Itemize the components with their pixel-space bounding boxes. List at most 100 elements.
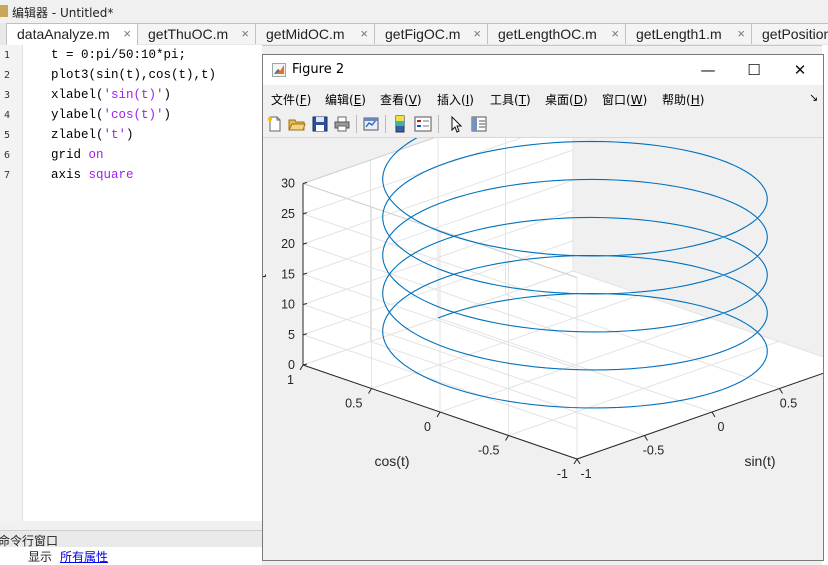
z-tick-label: 10: [281, 298, 295, 312]
y-axis-label: cos(t): [375, 453, 410, 469]
all-properties-link[interactable]: 所有属性: [60, 548, 108, 565]
z-tick-label: 5: [288, 328, 295, 342]
menu-insert[interactable]: 插入(I): [437, 91, 474, 108]
tab-getposition[interactable]: getPosition: [751, 23, 828, 44]
close-tab-icon[interactable]: ×: [360, 26, 368, 41]
code-text: plot3(sin(t),cos(t),t): [51, 68, 217, 82]
minimize-button[interactable]: —: [685, 55, 731, 85]
code-line[interactable]: plot3(sin(t),cos(t),t): [51, 68, 216, 82]
code-text: axis: [51, 168, 89, 182]
menu-tools[interactable]: 工具(T): [490, 91, 531, 108]
close-tab-icon[interactable]: ×: [241, 26, 249, 41]
code-text: xlabel(: [51, 88, 104, 102]
command-window-header: 命令行窗口: [0, 530, 262, 548]
code-line[interactable]: t = 0:pi/50:10*pi;: [51, 48, 186, 62]
x-axis-label: sin(t): [744, 453, 775, 469]
open-folder-icon[interactable]: [288, 115, 306, 133]
code-text: zlabel(: [51, 128, 104, 142]
print-icon[interactable]: [333, 115, 351, 133]
code-text: ): [163, 108, 172, 122]
menu-desktop[interactable]: 桌面(D): [545, 91, 588, 108]
insert-legend-icon[interactable]: [414, 115, 432, 133]
code-line[interactable]: grid on: [51, 148, 104, 162]
code-string: 'cos(t)': [103, 108, 164, 122]
new-figure-icon[interactable]: [266, 115, 284, 133]
tab-label: getPosition: [762, 26, 828, 42]
x-tick: [779, 388, 783, 394]
insert-colorbar-icon[interactable]: [391, 115, 409, 133]
close-tab-icon[interactable]: ×: [473, 26, 481, 41]
code-line[interactable]: ylabel('cos(t)'): [51, 108, 171, 122]
tab-getlength1[interactable]: getLength1.m ×: [625, 23, 752, 44]
helix-3d-plot[interactable]: -1-0.500.51-1-0.500.51051015202530sin(t)…: [263, 138, 823, 560]
editor-title-bar: 编辑器 - Untitled*: [0, 0, 828, 23]
menu-window[interactable]: 窗口(W): [602, 91, 647, 108]
command-window[interactable]: 显示 所有属性: [0, 547, 262, 565]
z-tick-label: 15: [281, 267, 295, 281]
code-string: 't': [103, 128, 127, 142]
line-number-gutter: 1 2 3 4 5 6 7: [0, 45, 23, 521]
y-tick: [505, 435, 509, 441]
menu-file[interactable]: 文件(F): [271, 91, 311, 108]
menu-edit[interactable]: 编辑(E): [325, 91, 366, 108]
pointer-icon[interactable]: [448, 115, 466, 133]
x-tick: [576, 458, 581, 465]
line-number: 5: [3, 130, 10, 141]
code-keyword: square: [88, 168, 134, 182]
z-tick-label: 30: [281, 177, 295, 191]
z-tick-label: 20: [281, 237, 295, 251]
tab-getmidoc[interactable]: getMidOC.m ×: [255, 23, 375, 44]
figure-toolbar: [263, 111, 823, 138]
tab-label: getFigOC.m: [385, 26, 461, 42]
toolbar-separator: [438, 115, 439, 133]
code-text: ): [126, 128, 134, 142]
code-text: ): [163, 88, 172, 102]
show-label: 显示: [28, 550, 53, 564]
code-line[interactable]: axis square: [51, 168, 134, 182]
line-number: 1: [3, 50, 10, 61]
code-text: t = 0:pi/50:10*pi;: [51, 48, 187, 62]
line-number: 4: [3, 110, 10, 121]
x-tick: [644, 435, 648, 441]
save-icon[interactable]: [311, 115, 329, 133]
code-line[interactable]: xlabel('sin(t)'): [51, 88, 171, 102]
maximize-button[interactable]: ☐: [731, 55, 777, 85]
close-tab-icon[interactable]: ×: [123, 26, 131, 41]
figure-window: Figure 2 — ☐ ✕ 文件(F) 编辑(E) 查看(V) 插入(I) 工…: [262, 54, 824, 561]
editor-tab-strip: dataAnalyze.m × getThuOC.m × getMidOC.m …: [0, 23, 828, 46]
menu-overflow-icon[interactable]: ↘: [809, 91, 818, 104]
code-editor[interactable]: 1 2 3 4 5 6 7 t = 0:pi/50:10*pi; plot3(s…: [0, 45, 262, 521]
figure-menu-bar: 文件(F) 编辑(E) 查看(V) 插入(I) 工具(T) 桌面(D) 窗口(W…: [263, 87, 823, 109]
x-tick-label: -0.5: [643, 444, 665, 458]
figure-title-bar: Figure 2 — ☐ ✕: [263, 55, 823, 85]
code-line[interactable]: zlabel('t'): [51, 128, 134, 142]
code-text: grid: [51, 148, 89, 162]
menu-help[interactable]: 帮助(H): [662, 91, 704, 108]
y-tick-label: 1: [287, 373, 294, 387]
code-keyword: on: [88, 148, 104, 162]
property-editor-icon[interactable]: [470, 115, 488, 133]
line-number: 6: [3, 150, 10, 161]
tab-getfigoc[interactable]: getFigOC.m ×: [374, 23, 488, 44]
close-tab-icon[interactable]: ×: [611, 26, 619, 41]
toolbar-separator: [356, 115, 357, 133]
toolbar-separator: [385, 115, 386, 133]
tab-getthuoc[interactable]: getThuOC.m ×: [137, 23, 256, 44]
x-tick-label: -1: [580, 467, 591, 481]
y-tick-label: 0: [424, 420, 431, 434]
y-tick-label: -0.5: [478, 444, 500, 458]
editor-app-icon: [0, 5, 8, 17]
tab-label: getLengthOC.m: [498, 26, 597, 42]
y-tick: [436, 411, 441, 418]
figure-title: Figure 2: [292, 62, 345, 77]
tab-label: getThuOC.m: [148, 26, 229, 42]
y-tick: [573, 458, 578, 465]
close-tab-icon[interactable]: ×: [737, 26, 745, 41]
close-button[interactable]: ✕: [777, 55, 823, 85]
tab-getlengthoc[interactable]: getLengthOC.m ×: [487, 23, 626, 44]
link-plot-icon[interactable]: [362, 115, 380, 133]
x-tick-label: 0.5: [780, 397, 797, 411]
menu-view[interactable]: 查看(V): [380, 91, 422, 108]
tab-dataanalyze[interactable]: dataAnalyze.m ×: [6, 23, 138, 45]
x-tick: [711, 411, 716, 418]
